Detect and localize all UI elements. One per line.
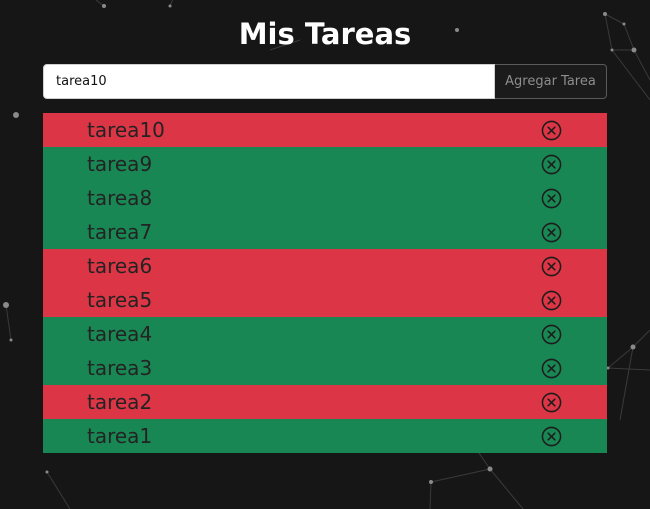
task-label[interactable]: tarea9	[87, 147, 152, 181]
task-item[interactable]: tarea7	[43, 215, 607, 249]
page-title: Mis Tareas	[238, 17, 412, 51]
circle-x-icon[interactable]	[541, 426, 562, 447]
add-task-button[interactable]: Agregar Tarea	[495, 64, 607, 99]
task-label[interactable]: tarea7	[87, 215, 152, 249]
task-label[interactable]: tarea3	[87, 351, 152, 385]
task-item[interactable]: tarea5	[43, 283, 607, 317]
task-label[interactable]: tarea2	[87, 385, 152, 419]
task-item[interactable]: tarea3	[43, 351, 607, 385]
add-task-form: Agregar Tarea	[43, 64, 607, 99]
task-item[interactable]: tarea2	[43, 385, 607, 419]
task-item[interactable]: tarea10	[43, 113, 607, 147]
task-label[interactable]: tarea4	[87, 317, 152, 351]
circle-x-icon[interactable]	[541, 256, 562, 277]
task-label[interactable]: tarea1	[87, 419, 152, 453]
circle-x-icon[interactable]	[541, 358, 562, 379]
circle-x-icon[interactable]	[541, 154, 562, 175]
task-item[interactable]: tarea9	[43, 147, 607, 181]
task-item[interactable]: tarea8	[43, 181, 607, 215]
circle-x-icon[interactable]	[541, 324, 562, 345]
task-label[interactable]: tarea8	[87, 181, 152, 215]
circle-x-icon[interactable]	[541, 188, 562, 209]
task-item[interactable]: tarea6	[43, 249, 607, 283]
task-input[interactable]	[43, 64, 495, 99]
circle-x-icon[interactable]	[541, 290, 562, 311]
circle-x-icon[interactable]	[541, 222, 562, 243]
task-item[interactable]: tarea1	[43, 419, 607, 453]
circle-x-icon[interactable]	[541, 120, 562, 141]
task-item[interactable]: tarea4	[43, 317, 607, 351]
task-label[interactable]: tarea10	[87, 113, 165, 147]
task-list: tarea10 tarea9 tarea8 tarea7 tarea6 tarea5 tar…	[43, 113, 607, 453]
task-label[interactable]: tarea5	[87, 283, 152, 317]
circle-x-icon[interactable]	[541, 392, 562, 413]
task-label[interactable]: tarea6	[87, 249, 152, 283]
